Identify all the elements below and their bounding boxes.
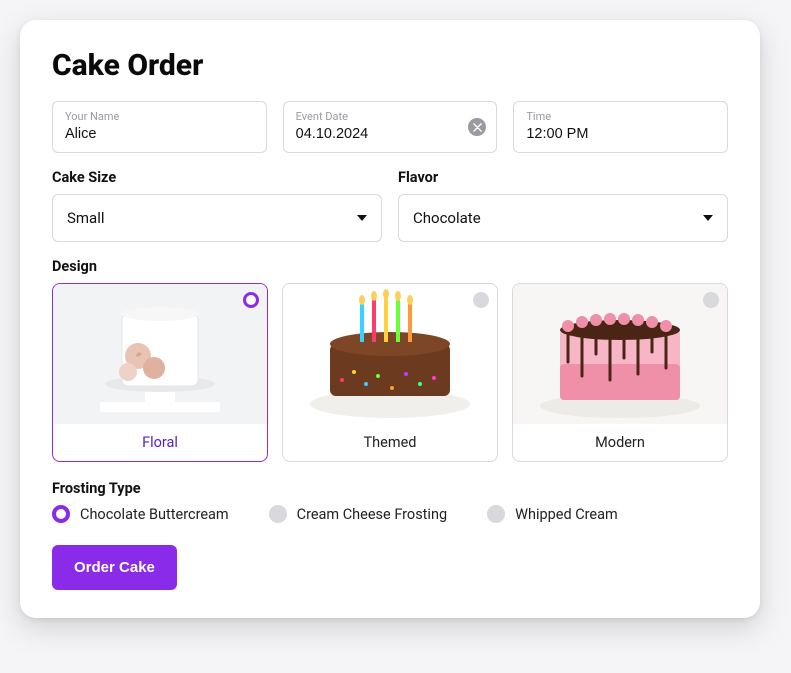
chevron-down-icon [357,215,367,221]
design-label: Design [52,258,728,275]
date-input[interactable] [296,125,485,144]
design-options: Floral Themed [52,283,728,462]
cake-size-select[interactable]: Small [52,194,382,242]
clear-date-button[interactable] [468,118,486,136]
design-option-floral[interactable]: Floral [52,283,268,462]
design-caption: Themed [283,424,497,461]
frosting-option-chocolate-buttercream[interactable]: Chocolate Buttercream [52,505,229,523]
cake-size-value: Small [67,209,105,227]
radio-indicator-icon [243,292,259,308]
frosting-option-label: Chocolate Buttercream [80,506,229,523]
frosting-option-cream-cheese[interactable]: Cream Cheese Frosting [269,505,447,523]
order-cake-button[interactable]: Order Cake [52,545,177,590]
design-caption: Modern [513,424,727,461]
chevron-down-icon [703,215,713,221]
cake-size-col: Cake Size Small [52,169,382,242]
flavor-select[interactable]: Chocolate [398,194,728,242]
frosting-options: Chocolate Buttercream Cream Cheese Frost… [52,505,728,523]
design-option-themed[interactable]: Themed [282,283,498,462]
flavor-value: Chocolate [413,209,481,227]
frosting-option-label: Cream Cheese Frosting [297,506,447,523]
cake-size-label: Cake Size [52,169,382,186]
time-field[interactable]: Time [513,101,728,153]
radio-indicator-icon [703,292,719,308]
name-field[interactable]: Your Name [52,101,267,153]
size-flavor-row: Cake Size Small Flavor Chocolate [52,169,728,242]
name-input[interactable] [65,125,254,144]
design-option-modern[interactable]: Modern [512,283,728,462]
design-caption: Floral [53,424,267,461]
date-field[interactable]: Event Date [283,101,498,153]
close-icon [473,123,482,132]
flavor-label: Flavor [398,169,728,186]
time-input[interactable] [526,125,715,144]
frosting-option-label: Whipped Cream [515,506,618,523]
flavor-col: Flavor Chocolate [398,169,728,242]
frosting-label: Frosting Type [52,480,728,497]
cake-image-modern [513,284,727,424]
cake-image-floral [53,284,267,424]
radio-icon [487,505,505,523]
frosting-option-whipped-cream[interactable]: Whipped Cream [487,505,618,523]
identity-row: Your Name Event Date Time [52,101,728,153]
time-label: Time [526,110,715,123]
radio-icon [269,505,287,523]
date-label: Event Date [296,110,485,123]
radio-icon [52,505,70,523]
page-title: Cake Order [52,48,728,83]
name-label: Your Name [65,110,254,123]
order-form-card: Cake Order Your Name Event Date Time Cak… [20,20,760,618]
radio-indicator-icon [473,292,489,308]
cake-image-themed [283,284,497,424]
